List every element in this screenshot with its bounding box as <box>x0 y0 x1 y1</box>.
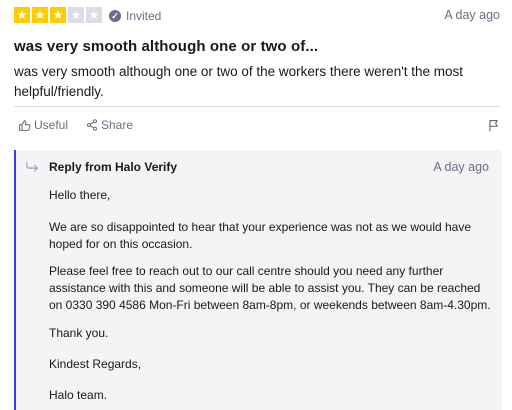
invited-badge: ✓ Invited <box>109 7 161 25</box>
review-header: ★ ★ ★ ★ ★ ✓ Invited A day ago <box>14 7 500 25</box>
star-icon-1: ★ <box>14 7 30 23</box>
review-date: A day ago <box>444 8 500 22</box>
company-reply: Reply from Halo Verify A day ago Hello t… <box>14 150 502 410</box>
share-label: Share <box>101 118 134 132</box>
review-title[interactable]: was very smooth although one or two of..… <box>14 38 318 55</box>
review-card: ★ ★ ★ ★ ★ ✓ Invited A day ago was very s… <box>0 0 512 410</box>
star-icon-4: ★ <box>68 7 84 23</box>
flag-icon[interactable] <box>488 119 500 132</box>
reply-paragraph: Halo team. <box>49 388 108 402</box>
star-icon-2: ★ <box>32 7 48 23</box>
reply-paragraph: Kindest Regards, <box>49 357 142 371</box>
reply-paragraph: Hello there, <box>49 188 111 202</box>
check-circle-icon: ✓ <box>109 10 121 22</box>
reply-paragraph: Please feel free to reach out to our cal… <box>49 264 491 312</box>
reply-date: A day ago <box>433 160 489 174</box>
useful-label: Useful <box>34 118 69 132</box>
share-button[interactable]: Share <box>86 118 133 132</box>
review-body: was very smooth although one or two of t… <box>14 64 464 99</box>
reply-paragraph: We are so disappointed to hear that your… <box>49 220 472 251</box>
divider <box>14 106 500 107</box>
invited-label: Invited <box>126 9 162 23</box>
reply-arrow-icon <box>26 162 38 172</box>
star-rating: ★ ★ ★ ★ ★ <box>14 7 102 23</box>
reply-paragraph: Thank you. <box>49 326 109 340</box>
thumbs-up-icon <box>19 119 31 131</box>
star-icon-3: ★ <box>50 7 66 23</box>
reply-title: Reply from Halo Verify <box>49 160 178 174</box>
star-icon-5: ★ <box>86 7 102 23</box>
useful-button[interactable]: Useful <box>18 118 68 132</box>
share-icon <box>86 119 98 131</box>
review-actions: Useful Share <box>14 118 500 138</box>
